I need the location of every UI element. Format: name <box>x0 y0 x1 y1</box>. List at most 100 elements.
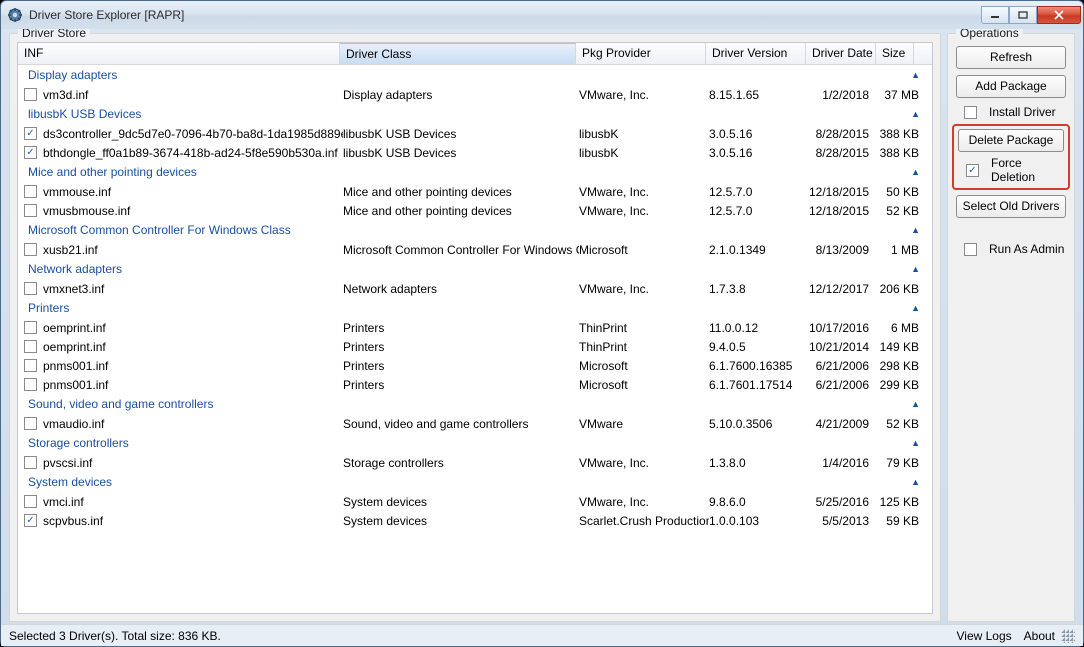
driver-row[interactable]: oemprint.infPrintersThinPrint11.0.0.1210… <box>18 318 932 337</box>
install-driver-checkbox[interactable]: Install Driver <box>962 105 1066 119</box>
row-checkbox[interactable] <box>24 88 37 101</box>
cell-date: 4/21/2009 <box>809 417 879 431</box>
driver-row[interactable]: ✓bthdongle_ff0a1b89-3674-418b-ad24-5f8e5… <box>18 143 932 162</box>
driver-list[interactable]: Display adapters▲vm3d.infDisplay adapter… <box>18 65 932 613</box>
chevron-up-icon: ▲ <box>911 167 926 177</box>
driver-row[interactable]: vmmouse.infMice and other pointing devic… <box>18 182 932 201</box>
col-inf[interactable]: INF <box>18 43 340 64</box>
chevron-up-icon: ▲ <box>911 264 926 274</box>
cell-date: 10/21/2014 <box>809 340 879 354</box>
row-checkbox[interactable] <box>24 185 37 198</box>
refresh-button[interactable]: Refresh <box>956 46 1066 69</box>
cell-date: 12/18/2015 <box>809 204 879 218</box>
panel-title: Driver Store <box>18 29 90 40</box>
cell-version: 6.1.7600.16385 <box>709 359 809 373</box>
cell-class: libusbK USB Devices <box>343 127 579 141</box>
driver-row[interactable]: pvscsi.infStorage controllersVMware, Inc… <box>18 453 932 472</box>
close-button[interactable] <box>1037 6 1081 24</box>
about-link[interactable]: About <box>1024 629 1055 643</box>
cell-inf: vmci.inf <box>43 495 343 509</box>
run-as-admin-label: Run As Admin <box>989 242 1064 256</box>
resize-grip-icon[interactable] <box>1061 629 1075 643</box>
run-as-admin-checkbox[interactable]: Run As Admin <box>962 242 1066 256</box>
row-checkbox[interactable]: ✓ <box>24 514 37 527</box>
group-header[interactable]: libusbK USB Devices▲ <box>18 104 932 124</box>
driver-row[interactable]: oemprint.infPrintersThinPrint9.4.0.510/2… <box>18 337 932 356</box>
select-old-drivers-button[interactable]: Select Old Drivers <box>956 195 1066 218</box>
cell-class: Printers <box>343 378 579 392</box>
chevron-up-icon: ▲ <box>911 477 926 487</box>
cell-class: Printers <box>343 359 579 373</box>
group-header[interactable]: Network adapters▲ <box>18 259 932 279</box>
driver-row[interactable]: vmci.infSystem devicesVMware, Inc.9.8.6.… <box>18 492 932 511</box>
checkbox-icon: ✓ <box>966 164 979 177</box>
cell-provider: VMware, Inc. <box>579 282 709 296</box>
col-class[interactable]: Driver Class <box>340 43 576 64</box>
row-checkbox[interactable] <box>24 340 37 353</box>
row-checkbox[interactable]: ✓ <box>24 127 37 140</box>
driver-row[interactable]: vmusbmouse.infMice and other pointing de… <box>18 201 932 220</box>
cell-size: 79 KB <box>879 456 927 470</box>
row-checkbox[interactable] <box>24 359 37 372</box>
group-header[interactable]: Microsoft Common Controller For Windows … <box>18 220 932 240</box>
column-headers: INF Driver Class Pkg Provider Driver Ver… <box>18 43 932 65</box>
cell-size: 52 KB <box>879 417 927 431</box>
row-checkbox[interactable] <box>24 204 37 217</box>
maximize-button[interactable] <box>1009 6 1037 24</box>
driver-row[interactable]: xusb21.infMicrosoft Common Controller Fo… <box>18 240 932 259</box>
group-header[interactable]: Printers▲ <box>18 298 932 318</box>
checkbox-icon <box>964 243 977 256</box>
driver-row[interactable]: pnms001.infPrintersMicrosoft6.1.7600.163… <box>18 356 932 375</box>
title-bar[interactable]: Driver Store Explorer [RAPR] <box>1 1 1083 29</box>
minimize-button[interactable] <box>981 6 1009 24</box>
group-header[interactable]: System devices▲ <box>18 472 932 492</box>
cell-size: 52 KB <box>879 204 927 218</box>
driver-row[interactable]: ✓ds3controller_9dc5d7e0-7096-4b70-ba8d-1… <box>18 124 932 143</box>
cell-size: 50 KB <box>879 185 927 199</box>
col-version[interactable]: Driver Version <box>706 43 806 64</box>
cell-version: 1.7.3.8 <box>709 282 809 296</box>
row-checkbox[interactable] <box>24 417 37 430</box>
status-text: Selected 3 Driver(s). Total size: 836 KB… <box>9 629 221 643</box>
driver-row[interactable]: ✓scpvbus.infSystem devicesScarlet.Crush … <box>18 511 932 530</box>
cell-date: 6/21/2006 <box>809 359 879 373</box>
cell-size: 298 KB <box>879 359 927 373</box>
col-provider[interactable]: Pkg Provider <box>576 43 706 64</box>
row-checkbox[interactable] <box>24 243 37 256</box>
row-checkbox[interactable] <box>24 495 37 508</box>
cell-date: 12/18/2015 <box>809 185 879 199</box>
col-date[interactable]: Driver Date <box>806 43 876 64</box>
row-checkbox[interactable] <box>24 378 37 391</box>
cell-inf: pvscsi.inf <box>43 456 343 470</box>
delete-package-button[interactable]: Delete Package <box>958 129 1064 152</box>
cell-version: 12.5.7.0 <box>709 204 809 218</box>
driver-row[interactable]: pnms001.infPrintersMicrosoft6.1.7601.175… <box>18 375 932 394</box>
window-title: Driver Store Explorer [RAPR] <box>29 8 184 22</box>
cell-provider: ThinPrint <box>579 340 709 354</box>
cell-provider: libusbK <box>579 146 709 160</box>
driver-row[interactable]: vmaudio.infSound, video and game control… <box>18 414 932 433</box>
group-header[interactable]: Storage controllers▲ <box>18 433 932 453</box>
view-logs-link[interactable]: View Logs <box>956 629 1011 643</box>
group-header[interactable]: Sound, video and game controllers▲ <box>18 394 932 414</box>
row-checkbox[interactable] <box>24 321 37 334</box>
force-deletion-checkbox[interactable]: ✓ Force Deletion <box>964 156 1064 184</box>
cell-class: System devices <box>343 514 579 528</box>
cell-class: Printers <box>343 321 579 335</box>
cell-inf: pnms001.inf <box>43 378 343 392</box>
cell-size: 388 KB <box>879 127 927 141</box>
row-checkbox[interactable]: ✓ <box>24 146 37 159</box>
add-package-button[interactable]: Add Package <box>956 75 1066 98</box>
row-checkbox[interactable] <box>24 282 37 295</box>
col-size[interactable]: Size <box>876 43 914 64</box>
row-checkbox[interactable] <box>24 456 37 469</box>
cell-class: Sound, video and game controllers <box>343 417 579 431</box>
cell-inf: oemprint.inf <box>43 321 343 335</box>
cell-provider: VMware, Inc. <box>579 204 709 218</box>
app-icon <box>7 7 23 23</box>
group-header[interactable]: Mice and other pointing devices▲ <box>18 162 932 182</box>
group-header[interactable]: Display adapters▲ <box>18 65 932 85</box>
driver-row[interactable]: vmxnet3.infNetwork adaptersVMware, Inc.1… <box>18 279 932 298</box>
driver-row[interactable]: vm3d.infDisplay adaptersVMware, Inc.8.15… <box>18 85 932 104</box>
cell-size: 125 KB <box>879 495 927 509</box>
